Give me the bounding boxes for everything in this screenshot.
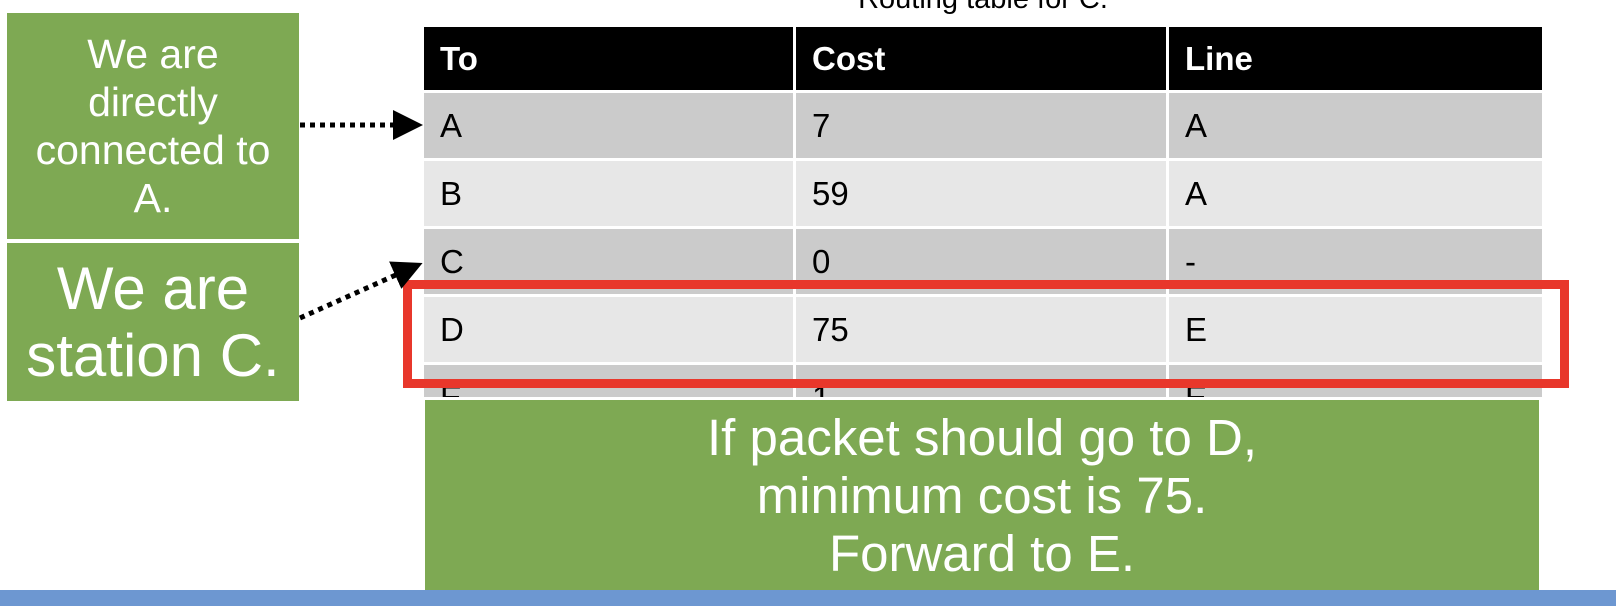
- forwarding-line-3: Forward to E.: [828, 525, 1136, 582]
- column-header-line: Line: [1169, 27, 1542, 93]
- column-header-to: To: [424, 27, 796, 93]
- table-row: C 0 -: [424, 229, 1542, 297]
- cell-cost: 59: [796, 161, 1169, 229]
- forwarding-line-1: If packet should go to D,: [707, 409, 1257, 466]
- table-header-row: To Cost Line: [424, 27, 1542, 93]
- table-row: D 75 E: [424, 297, 1542, 365]
- routing-table: To Cost Line A 7 A B 59 A C 0 - D 75 E E…: [424, 27, 1542, 433]
- cell-cost: 0: [796, 229, 1169, 297]
- cell-line: E: [1169, 297, 1542, 365]
- cell-to: D: [424, 297, 796, 365]
- cell-cost: 7: [796, 93, 1169, 161]
- column-header-cost: Cost: [796, 27, 1169, 93]
- cell-line: -: [1169, 229, 1542, 297]
- slide-bottom-bar: [0, 590, 1616, 606]
- cell-line: A: [1169, 161, 1542, 229]
- forwarding-line-2: minimum cost is 75.: [756, 467, 1208, 524]
- directly-connected-callout: We are directly connected to A.: [7, 13, 299, 239]
- table-row: A 7 A: [424, 93, 1542, 161]
- arrow-to-row-c: [298, 261, 423, 321]
- cell-line: A: [1169, 93, 1542, 161]
- cell-to: A: [424, 93, 796, 161]
- table-row: B 59 A: [424, 161, 1542, 229]
- forwarding-callout: If packet should go to D, minimum cost i…: [422, 397, 1542, 595]
- table-caption: Routing table for C.: [425, 0, 1541, 14]
- cell-to: B: [424, 161, 796, 229]
- cell-to: C: [424, 229, 796, 297]
- station-callout: We are station C.: [7, 243, 299, 401]
- cell-cost: 75: [796, 297, 1169, 365]
